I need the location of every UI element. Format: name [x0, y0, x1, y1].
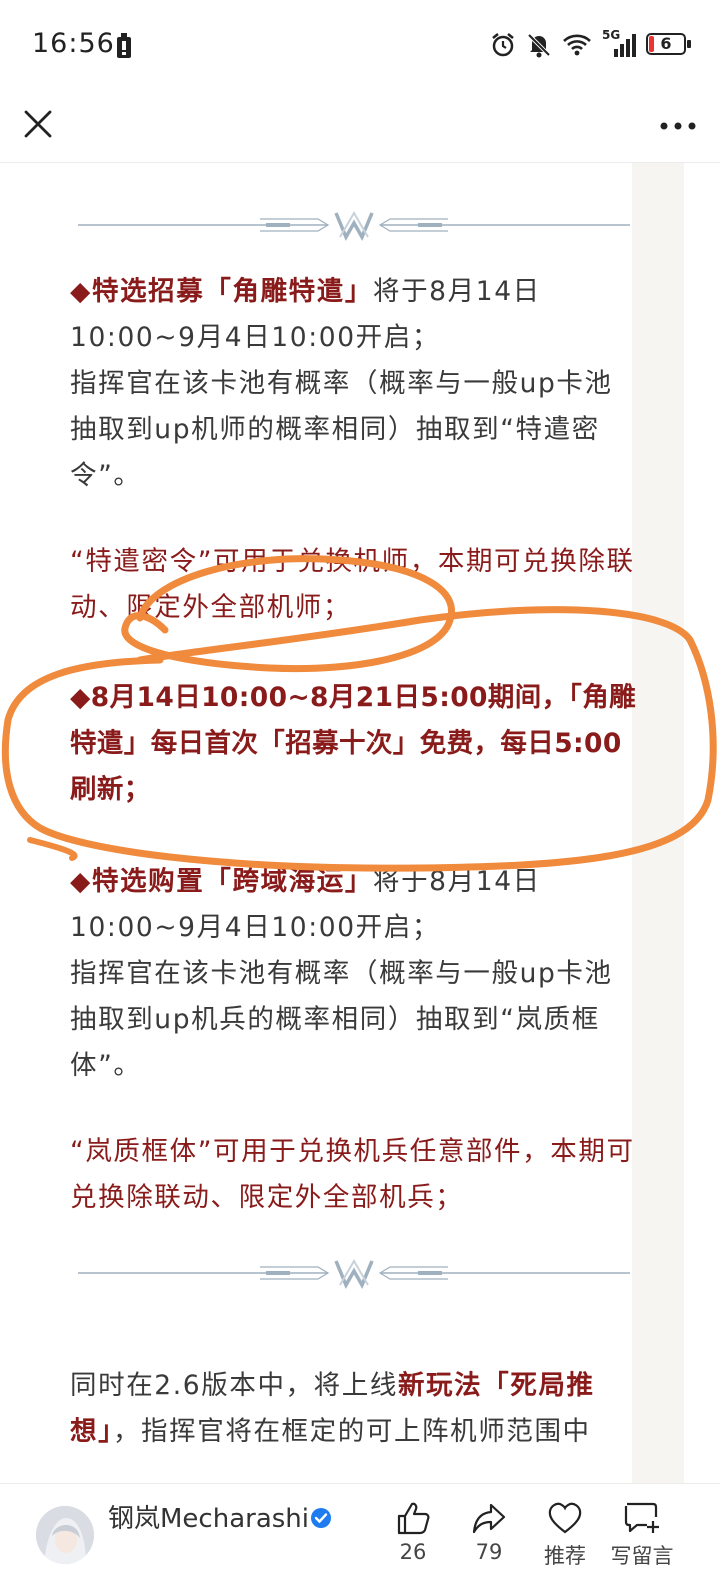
bottom-bar: 钢岚Mecharashi 26 79 推荐 写留言 [0, 1483, 720, 1592]
purchase-title: ◆特选购置「跨域海运」 [70, 866, 373, 897]
status-bar: 16:56 5G 6 [0, 0, 720, 90]
share-icon [472, 1503, 506, 1534]
frame-note-text: “岚质框体”可用于兑换机兵任意部件，本期可兑换除联动、限定外全部机兵； [70, 1136, 635, 1213]
more-icon[interactable] [658, 108, 698, 144]
signal-icon: 5G [602, 28, 636, 58]
recommend-button[interactable]: 推荐 [530, 1500, 600, 1570]
thumbs-up-icon [397, 1502, 430, 1535]
paragraph-frame-note: “岚质框体”可用于兑换机兵任意部件，本期可兑换除联动、限定外全部机兵； [70, 1129, 640, 1221]
article-content[interactable]: ◆特选招募「角雕特遣」将于8月14日10:00~9月4日10:00开启； 指挥官… [0, 163, 720, 1483]
like-count: 26 [399, 1540, 427, 1564]
alarm-icon [492, 33, 514, 57]
comment-add-icon [624, 1502, 659, 1533]
top-bar [0, 90, 720, 163]
heart-icon [548, 1502, 582, 1534]
paragraph-recruit: ◆特选招募「角雕特遣」将于8月14日10:00~9月4日10:00开启； 指挥官… [70, 269, 640, 499]
like-button[interactable]: 26 [378, 1500, 448, 1564]
purchase-body: 指挥官在该卡池有概率（概率与一般up卡池抽取到up机兵的概率相同）抽取到“岚质框… [70, 958, 613, 1081]
new-mode-pre: 同时在2.6版本中，将上线 [70, 1370, 398, 1401]
author-avatar[interactable] [36, 1506, 94, 1564]
share-button[interactable]: 79 [454, 1500, 524, 1564]
token-note-text: “特遣密令”可用于兑换机师，本期可兑换除联动、限定外全部机师； [70, 546, 635, 623]
status-icons: 5G 6 [490, 28, 692, 60]
wifi-icon [563, 34, 591, 56]
close-icon[interactable] [20, 106, 56, 142]
new-mode-post: ，指挥官将在框定的可上阵机师范围中 [112, 1416, 591, 1447]
verified-icon [311, 1508, 331, 1528]
ornament-divider [78, 211, 630, 241]
mute-icon [527, 33, 551, 58]
comment-button[interactable]: 写留言 [604, 1500, 680, 1570]
recommend-label: 推荐 [544, 1544, 586, 1568]
recruit-title: ◆特选招募「角雕特遣」 [70, 276, 373, 307]
comment-label: 写留言 [610, 1544, 674, 1568]
battery-saver-icon [117, 33, 131, 58]
battery-icon: 6 [646, 33, 692, 57]
free-recruit-text: ◆8月14日10:00~8月21日5:00期间，「角雕特遣」每日首次「招募十次」… [70, 682, 637, 805]
share-count: 79 [475, 1540, 503, 1564]
ornament-divider [78, 1259, 630, 1289]
paragraph-purchase: ◆特选购置「跨域海运」将于8月14日10:00~9月4日10:00开启； 指挥官… [70, 859, 640, 1089]
status-time: 16:56 [32, 28, 115, 59]
paragraph-new-mode: 同时在2.6版本中，将上线新玩法「死局推想」，指挥官将在框定的可上阵机师范围中 [70, 1363, 640, 1455]
author-name[interactable]: 钢岚Mecharashi [108, 1498, 309, 1535]
battery-level: 6 [660, 34, 672, 53]
paragraph-token-note: “特遣密令”可用于兑换机师，本期可兑换除联动、限定外全部机师； [70, 539, 640, 631]
recruit-body: 指挥官在该卡池有概率（概率与一般up卡池抽取到up机师的概率相同）抽取到“特遣密… [70, 368, 613, 491]
paragraph-free-recruit: ◆8月14日10:00~8月21日5:00期间，「角雕特遣」每日首次「招募十次」… [70, 675, 640, 813]
